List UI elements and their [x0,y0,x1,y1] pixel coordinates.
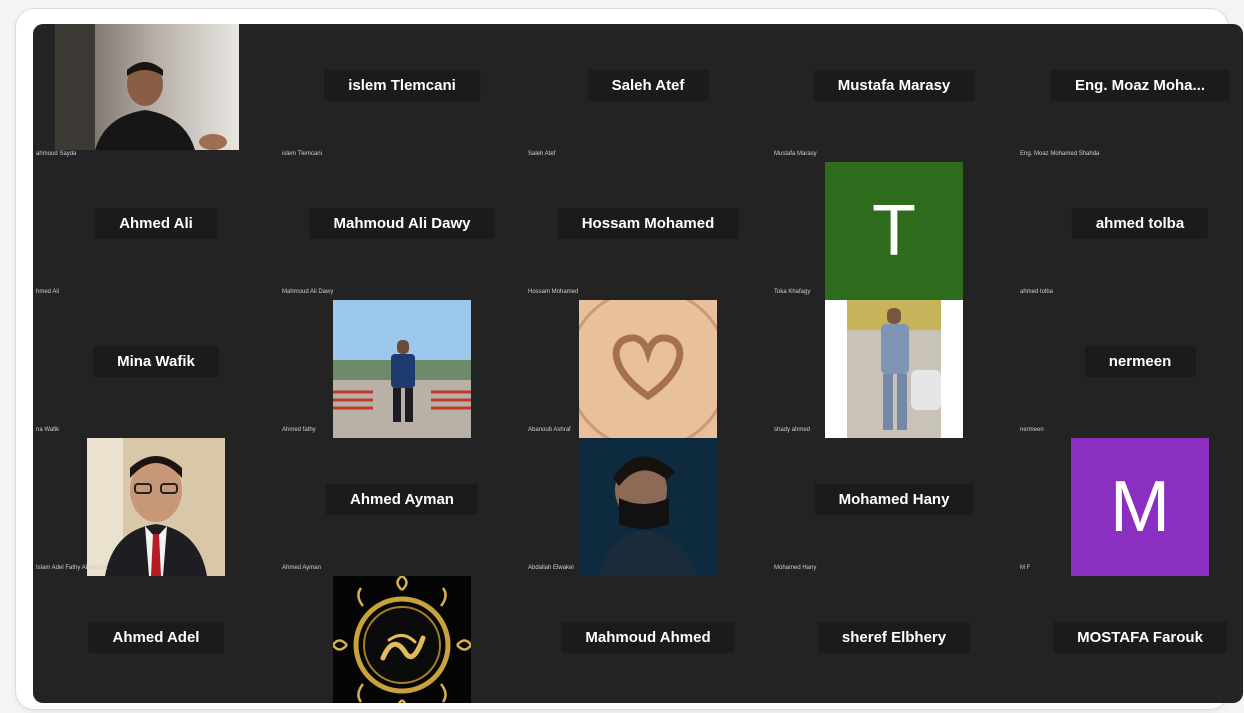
participant-name: Ahmed Adel [88,622,224,653]
participant-tile[interactable]: ahmoud Sayda [33,24,279,162]
avatar-initial: M [1071,438,1209,576]
participant-label: Mustafa Marasy [774,151,817,157]
participant-label: ahmed tolba [1020,289,1054,295]
participant-label: Ahmed fathy [282,427,316,433]
meeting-gallery-view: ahmoud Sayda islem Tlemcani islem Tlemcani… [33,24,1243,703]
participant-label: Ahmed Ayman [282,565,321,571]
participant-label: na Wafik [36,427,60,433]
participant-tile[interactable]: shady ahmed [771,300,1017,438]
participant-label: nermeen [1020,427,1044,433]
participant-label: Abanoub Ashraf [528,427,571,433]
participant-name: islem Tlemcani [324,70,480,101]
participant-label: Islam Adel Fathy Abdelaziz [36,565,108,571]
profile-picture [825,300,963,438]
participant-name: Mina Wafik [93,346,219,377]
participant-tile[interactable]: Mahmoud Ali Dawy Mahmoud Ali Dawy [279,162,525,300]
participant-label: shady ahmed [774,427,811,433]
participant-tile[interactable]: Islam Adel Fathy Abdelaziz [33,438,279,576]
profile-picture [579,300,717,438]
participant-tile[interactable]: sheref Elbherysheref Elbhery [771,576,1017,703]
participant-label: hmed Ali [36,289,60,295]
participant-tile[interactable]: islem Tlemcani islem Tlemcani [279,24,525,162]
participant-tile[interactable]: Eng. Moaz Moha... Eng. Moaz Mohamed Shahd… [1017,24,1243,162]
participant-tile[interactable]: ahmed tolba ahmed tolba [1017,162,1243,300]
participant-label: Toka Khafagy [774,289,811,295]
participant-name: MOSTAFA Farouk [1053,622,1227,653]
participant-tile[interactable]: Mustafa Marasy Mustafa Marasy [771,24,1017,162]
participant-tile[interactable]: Hossam Mohamed Hossam Mohamed [525,162,771,300]
participant-tile[interactable]: nermeen nermeen [1017,300,1243,438]
participant-name: nermeen [1084,346,1196,377]
video-feed [55,24,239,150]
participant-name: Saleh Atef [587,70,709,101]
profile-picture [87,438,225,576]
participant-label: Abdallah Elwakel [528,565,574,571]
participant-tile[interactable]: Saleh Atef Saleh Atef [525,24,771,162]
participant-tile[interactable]: Ahmed Ayman Ahmed Ayman [279,438,525,576]
participant-name: Hossam Mohamed [557,208,739,239]
avatar: M [1071,438,1209,576]
profile-picture [333,576,471,703]
profile-picture [579,438,717,576]
participant-name: Ahmed Ayman [326,484,478,515]
participant-label: Mahmoud Ali Dawy [282,289,334,295]
participant-tile[interactable]: Ahmed Adeld Adel [33,576,279,703]
participant-name: sheref Elbhery [817,622,971,653]
participant-tile[interactable]: Ahmed [279,576,525,703]
participant-tile[interactable]: Ahmed Ali hmed Ali [33,162,279,300]
participant-tile[interactable]: T Toka Khafagy [771,162,1017,300]
avatar: T [825,162,963,300]
participant-label: M F [1020,565,1031,571]
participant-name: Mustafa Marasy [813,70,975,101]
participant-tile[interactable]: MM F [1017,438,1243,576]
participant-tile[interactable]: Mina Wafik na Wafik [33,300,279,438]
participant-tile[interactable]: Abdallah Elwakel [525,438,771,576]
participant-name: Mohamed Hany [814,484,974,515]
participant-label: ahmoud Sayda [36,151,77,157]
participant-label: Hossam Mohamed [528,289,579,295]
participant-tile[interactable]: MOSTAFA FaroukMOSTAFA Farouk [1017,576,1243,703]
participant-label: islem Tlemcani [282,151,322,157]
participant-name: Ahmed Ali [95,208,217,239]
profile-picture [333,300,471,438]
avatar-initial: T [825,162,963,300]
participant-tile[interactable]: Abanoub Ashraf [525,300,771,438]
participant-label: Saleh Atef [528,151,556,157]
participant-tile[interactable]: Mahmoud AhmedMahmoud Ahmed [525,576,771,703]
participant-name: ahmed tolba [1071,208,1209,239]
participant-label: Mohamed Hany [774,565,817,571]
participant-name: Mahmoud Ahmed [561,622,735,653]
participant-tile[interactable]: Ahmed fathy [279,300,525,438]
participant-label: Eng. Moaz Mohamed Shahda [1020,151,1100,157]
participant-name: Eng. Moaz Moha... [1051,70,1229,101]
participant-name: Mahmoud Ali Dawy [309,208,495,239]
participant-tile[interactable]: Mohamed Hany Mohamed Hany [771,438,1017,576]
